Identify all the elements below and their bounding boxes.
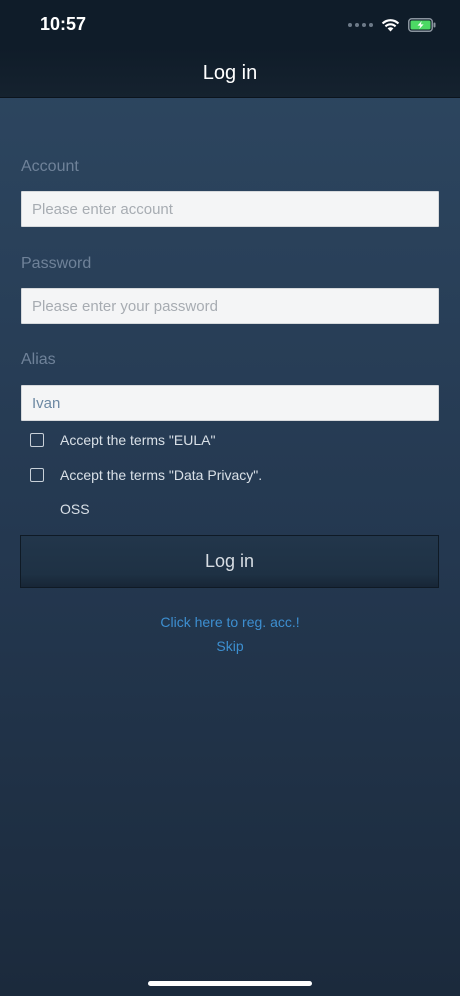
oss-link[interactable]: OSS <box>60 501 90 517</box>
eula-checkbox-row[interactable]: Accept the terms "EULA" <box>30 430 215 450</box>
status-time: 10:57 <box>40 14 87 34</box>
register-link[interactable]: Click here to reg. acc.! <box>0 614 460 630</box>
password-input[interactable] <box>21 288 439 324</box>
privacy-label[interactable]: Accept the terms "Data Privacy". <box>60 467 262 483</box>
signal-dots-icon <box>348 23 373 27</box>
alias-input[interactable] <box>21 385 439 421</box>
privacy-checkbox[interactable] <box>30 468 44 482</box>
eula-label[interactable]: Accept the terms "EULA" <box>60 432 215 448</box>
wifi-icon <box>381 19 400 32</box>
skip-link[interactable]: Skip <box>0 638 460 654</box>
eula-checkbox[interactable] <box>30 433 44 447</box>
battery-charging-icon <box>408 18 436 32</box>
account-input[interactable] <box>21 191 439 227</box>
status-bar: 10:57 <box>0 0 460 48</box>
status-icons <box>348 16 436 34</box>
page-title: Log in <box>202 62 258 84</box>
login-button[interactable]: Log in <box>20 535 439 588</box>
nav-bar: Log in <box>0 48 460 98</box>
alias-label: Alias <box>21 351 56 368</box>
account-label: Account <box>21 158 79 175</box>
privacy-checkbox-row[interactable]: Accept the terms "Data Privacy". <box>30 465 262 485</box>
home-indicator[interactable] <box>148 981 312 986</box>
password-label: Password <box>21 255 92 272</box>
